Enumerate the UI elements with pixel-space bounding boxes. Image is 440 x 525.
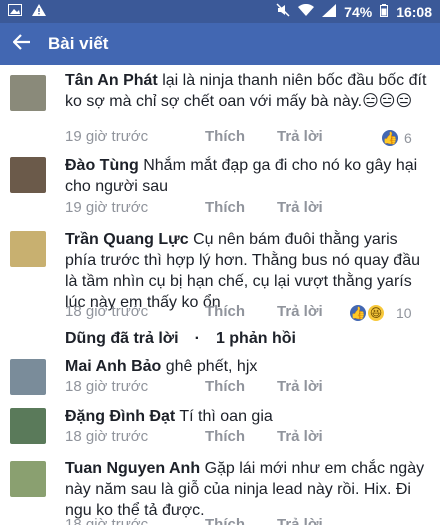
status-bar: 74% 16:08: [0, 0, 440, 23]
like-button[interactable]: Thích: [205, 516, 277, 525]
reply-button[interactable]: Trả lời: [277, 303, 323, 320]
like-button[interactable]: Thích: [205, 428, 277, 445]
comment-time: 18 giờ trước: [65, 378, 149, 395]
replies-author: Dũng đã trả lời: [65, 330, 179, 347]
comment-author[interactable]: Mai Anh Bảo: [65, 358, 161, 375]
comment-body: Tân An Phát lại là ninja thanh niên bốc …: [65, 70, 433, 112]
back-button[interactable]: [0, 23, 44, 65]
comment-body: Đặng Đình Đạt Tí thì oan gia: [65, 406, 433, 427]
avatar[interactable]: [10, 359, 46, 395]
like-reaction-icon: 👍: [380, 128, 400, 148]
comment-actions: 18 giờ trước Thích Trả lời: [65, 428, 323, 445]
avatar[interactable]: [10, 408, 46, 444]
reply-button[interactable]: Trả lời: [277, 378, 323, 395]
haha-reaction-icon: 😆: [366, 303, 386, 323]
comment-body: Đào Tùng Nhắm mắt đạp ga đi cho nó ko gâ…: [65, 155, 433, 197]
comment-body: Mai Anh Bảo ghê phết, hjx: [65, 356, 433, 377]
battery-icon: [380, 3, 389, 20]
alert-icon: [32, 3, 46, 19]
comment-body: Trần Quang Lực Cụ nên bám đuôi thằng yar…: [65, 229, 433, 313]
comment-body: Tuan Nguyen Anh Gặp lái mới như em chắc …: [65, 458, 433, 521]
like-button[interactable]: Thích: [205, 303, 277, 320]
mute-icon: [276, 3, 290, 20]
signal-icon: [322, 3, 337, 20]
replies-count: 1 phản hồi: [215, 330, 296, 347]
like-reaction-icon: 👍: [348, 303, 368, 323]
comment-actions: 19 giờ trước Thích Trả lời: [65, 199, 323, 216]
like-button[interactable]: Thích: [205, 199, 277, 216]
clock: 16:08: [396, 3, 432, 20]
comment-actions: 18 giờ trước Thích Trả lời: [65, 303, 323, 320]
like-button[interactable]: Thích: [205, 128, 277, 145]
comment-time: 19 giờ trước: [65, 128, 149, 145]
reaction-summary[interactable]: 👍 😆 10: [348, 303, 412, 323]
comment-time: 18 giờ trước: [65, 428, 149, 445]
view-replies-link[interactable]: Dũng đã trả lời · 1 phản hồi: [65, 330, 296, 348]
avatar[interactable]: [10, 231, 46, 267]
comment-time: 18 giờ trước: [65, 303, 149, 320]
comment-actions: 18 giờ trước Thích Trả lời: [65, 516, 323, 525]
avatar[interactable]: [10, 461, 46, 497]
comment-author[interactable]: Tân An Phát: [65, 72, 158, 89]
battery-level: 74%: [344, 3, 373, 20]
app-bar: Bài viết: [0, 23, 440, 65]
comment-time: 18 giờ trước: [65, 516, 149, 525]
comment-text: ghê phết, hjx: [165, 358, 258, 375]
comment-author[interactable]: Tuan Nguyen Anh: [65, 460, 200, 477]
page-title: Bài viết: [48, 34, 109, 53]
comment-author[interactable]: Đặng Đình Đạt: [65, 408, 175, 425]
reply-button[interactable]: Trả lời: [277, 516, 323, 525]
reaction-count: 6: [404, 130, 412, 146]
arrow-left-icon: [12, 33, 31, 56]
avatar[interactable]: [10, 75, 46, 111]
comment-time: 19 giờ trước: [65, 199, 149, 216]
like-button[interactable]: Thích: [205, 378, 277, 395]
comment-author[interactable]: Trần Quang Lực: [65, 231, 189, 248]
notification-image-icon: [8, 3, 22, 19]
reply-button[interactable]: Trả lời: [277, 199, 323, 216]
replies-separator: ·: [194, 330, 200, 347]
reaction-summary[interactable]: 👍 6: [380, 128, 412, 148]
reaction-count: 10: [396, 305, 412, 321]
comment-actions: 19 giờ trước Thích Trả lời: [65, 128, 323, 145]
wifi-icon: [298, 3, 315, 20]
avatar[interactable]: [10, 157, 46, 193]
comment-author[interactable]: Đào Tùng: [65, 157, 139, 174]
reply-button[interactable]: Trả lời: [277, 428, 323, 445]
comment-actions: 18 giờ trước Thích Trả lời: [65, 378, 323, 395]
comment-text: Tí thì oan gia: [179, 408, 273, 425]
reply-button[interactable]: Trả lời: [277, 128, 323, 145]
